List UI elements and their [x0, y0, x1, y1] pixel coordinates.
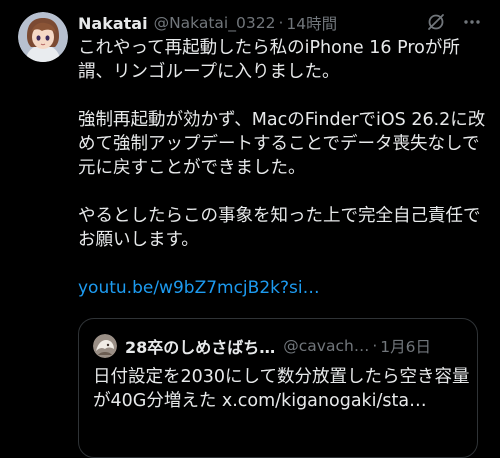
quoted-avatar[interactable]	[93, 334, 117, 358]
youtube-link[interactable]: youtu.be/w9bZ7mcjB2k?si…	[78, 276, 488, 300]
avatar[interactable]	[18, 12, 68, 62]
quoted-tweet[interactable]: 28卒のしめさばち… @cavach… · 1月6日 日付設定を2030にして数…	[78, 318, 478, 458]
tweet-paragraph: 強制再起動が効かず、MacのFinderでiOS 26.2に改めて強制アップデー…	[78, 110, 486, 178]
post-time[interactable]: 14時間	[286, 12, 337, 34]
quoted-tweet-header: 28卒のしめさばち… @cavach… · 1月6日	[93, 333, 465, 359]
quoted-tweet-text: 日付設定を2030にして数分放置したら空き容量が40G分増えた x.com/ki…	[93, 367, 470, 411]
quoted-user-handle[interactable]: @cavach…	[283, 337, 369, 355]
user-handle[interactable]: @Nakatai_0322	[154, 14, 276, 32]
grok-icon[interactable]	[426, 12, 446, 32]
more-icon[interactable]	[462, 12, 482, 32]
tweet-paragraph: やるとしたらこの事象を知った上で完全自己責任でお願いします。	[78, 206, 481, 250]
separator-dot: ·	[372, 337, 378, 355]
separator-dot: ·	[278, 14, 284, 32]
avatar-image	[18, 12, 68, 62]
tweet-text: これやって再起動したら私のiPhone 16 Proが所謂、リンゴループに入りま…	[78, 36, 488, 300]
quoted-post-time[interactable]: 1月6日	[380, 335, 431, 357]
tweet-header: Nakatai @Nakatai_0322 · 14時間	[78, 12, 484, 34]
display-name[interactable]: Nakatai	[78, 14, 148, 33]
quoted-display-name[interactable]: 28卒のしめさばち…	[125, 334, 275, 358]
tweet-paragraph: これやって再起動したら私のiPhone 16 Proが所謂、リンゴループに入りま…	[78, 38, 460, 82]
